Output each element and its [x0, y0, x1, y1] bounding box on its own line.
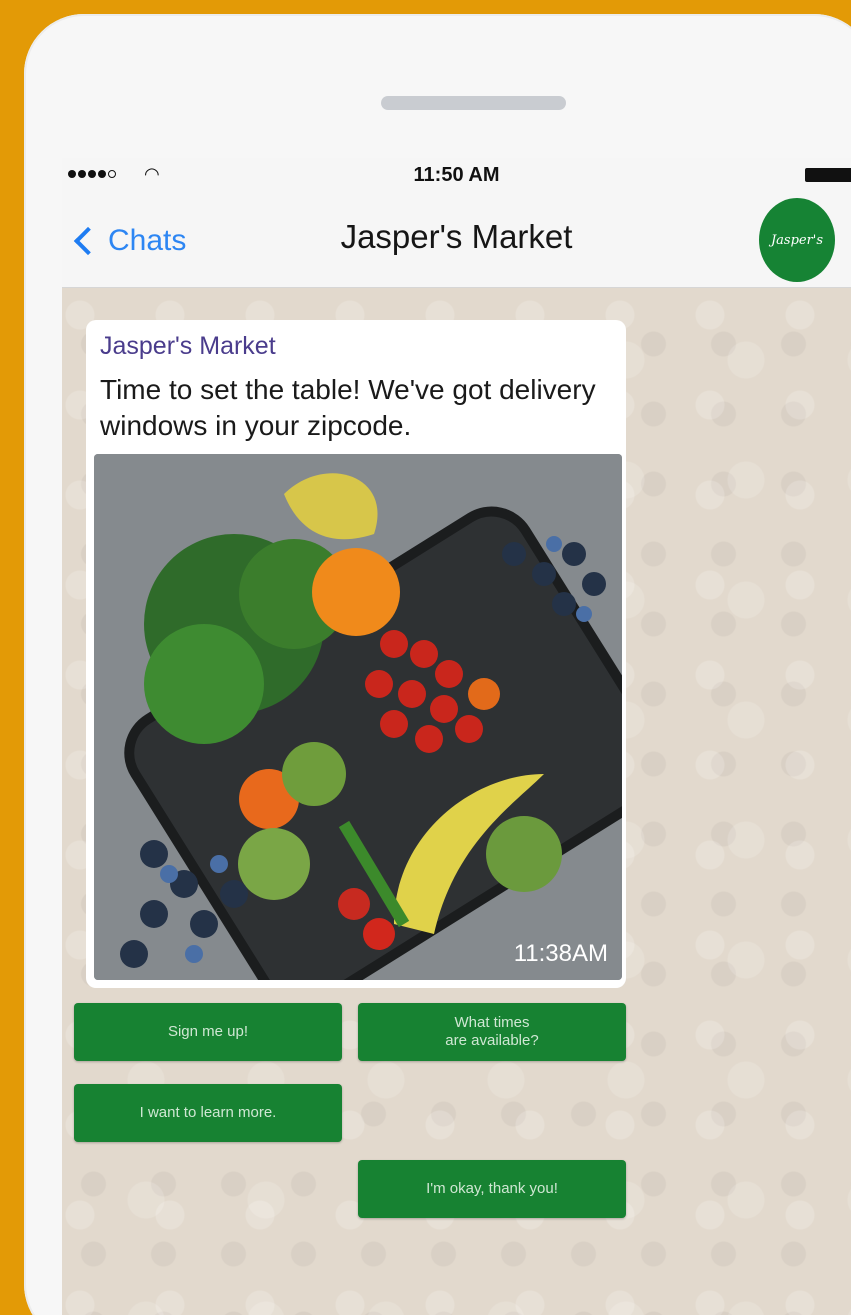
- quick-reply-sign-me-up[interactable]: Sign me up!: [74, 1003, 342, 1061]
- chat-screen: ◠ 11:50 AM Chats Jasper's Market Jasper'…: [62, 158, 851, 1315]
- battery-icon: [805, 168, 851, 182]
- status-bar: ◠ 11:50 AM: [62, 158, 851, 194]
- message-text: Time to set the table! We've got deliver…: [100, 374, 596, 441]
- message-sender: Jasper's Market: [100, 332, 276, 360]
- chat-title: Jasper's Market: [340, 218, 573, 255]
- produce-basket-illustration: [94, 454, 622, 980]
- quick-reply-learn-more[interactable]: I want to learn more.: [74, 1084, 342, 1142]
- phone-speaker: [381, 96, 566, 110]
- message-bubble: Jasper's Market Time to set the table! W…: [86, 320, 626, 988]
- quick-reply-what-times[interactable]: What times are available?: [358, 1003, 626, 1061]
- quick-reply-okay[interactable]: I'm okay, thank you!: [358, 1160, 626, 1218]
- message-image[interactable]: 11:38AM: [94, 454, 622, 980]
- status-time: 11:50 AM: [413, 164, 500, 186]
- message-timestamp: 11:38AM: [513, 940, 608, 967]
- nav-bar: Chats Jasper's Market Jasper's: [62, 194, 851, 288]
- avatar[interactable]: Jasper's: [759, 198, 835, 282]
- avatar-logo-text: Jasper's: [770, 232, 824, 248]
